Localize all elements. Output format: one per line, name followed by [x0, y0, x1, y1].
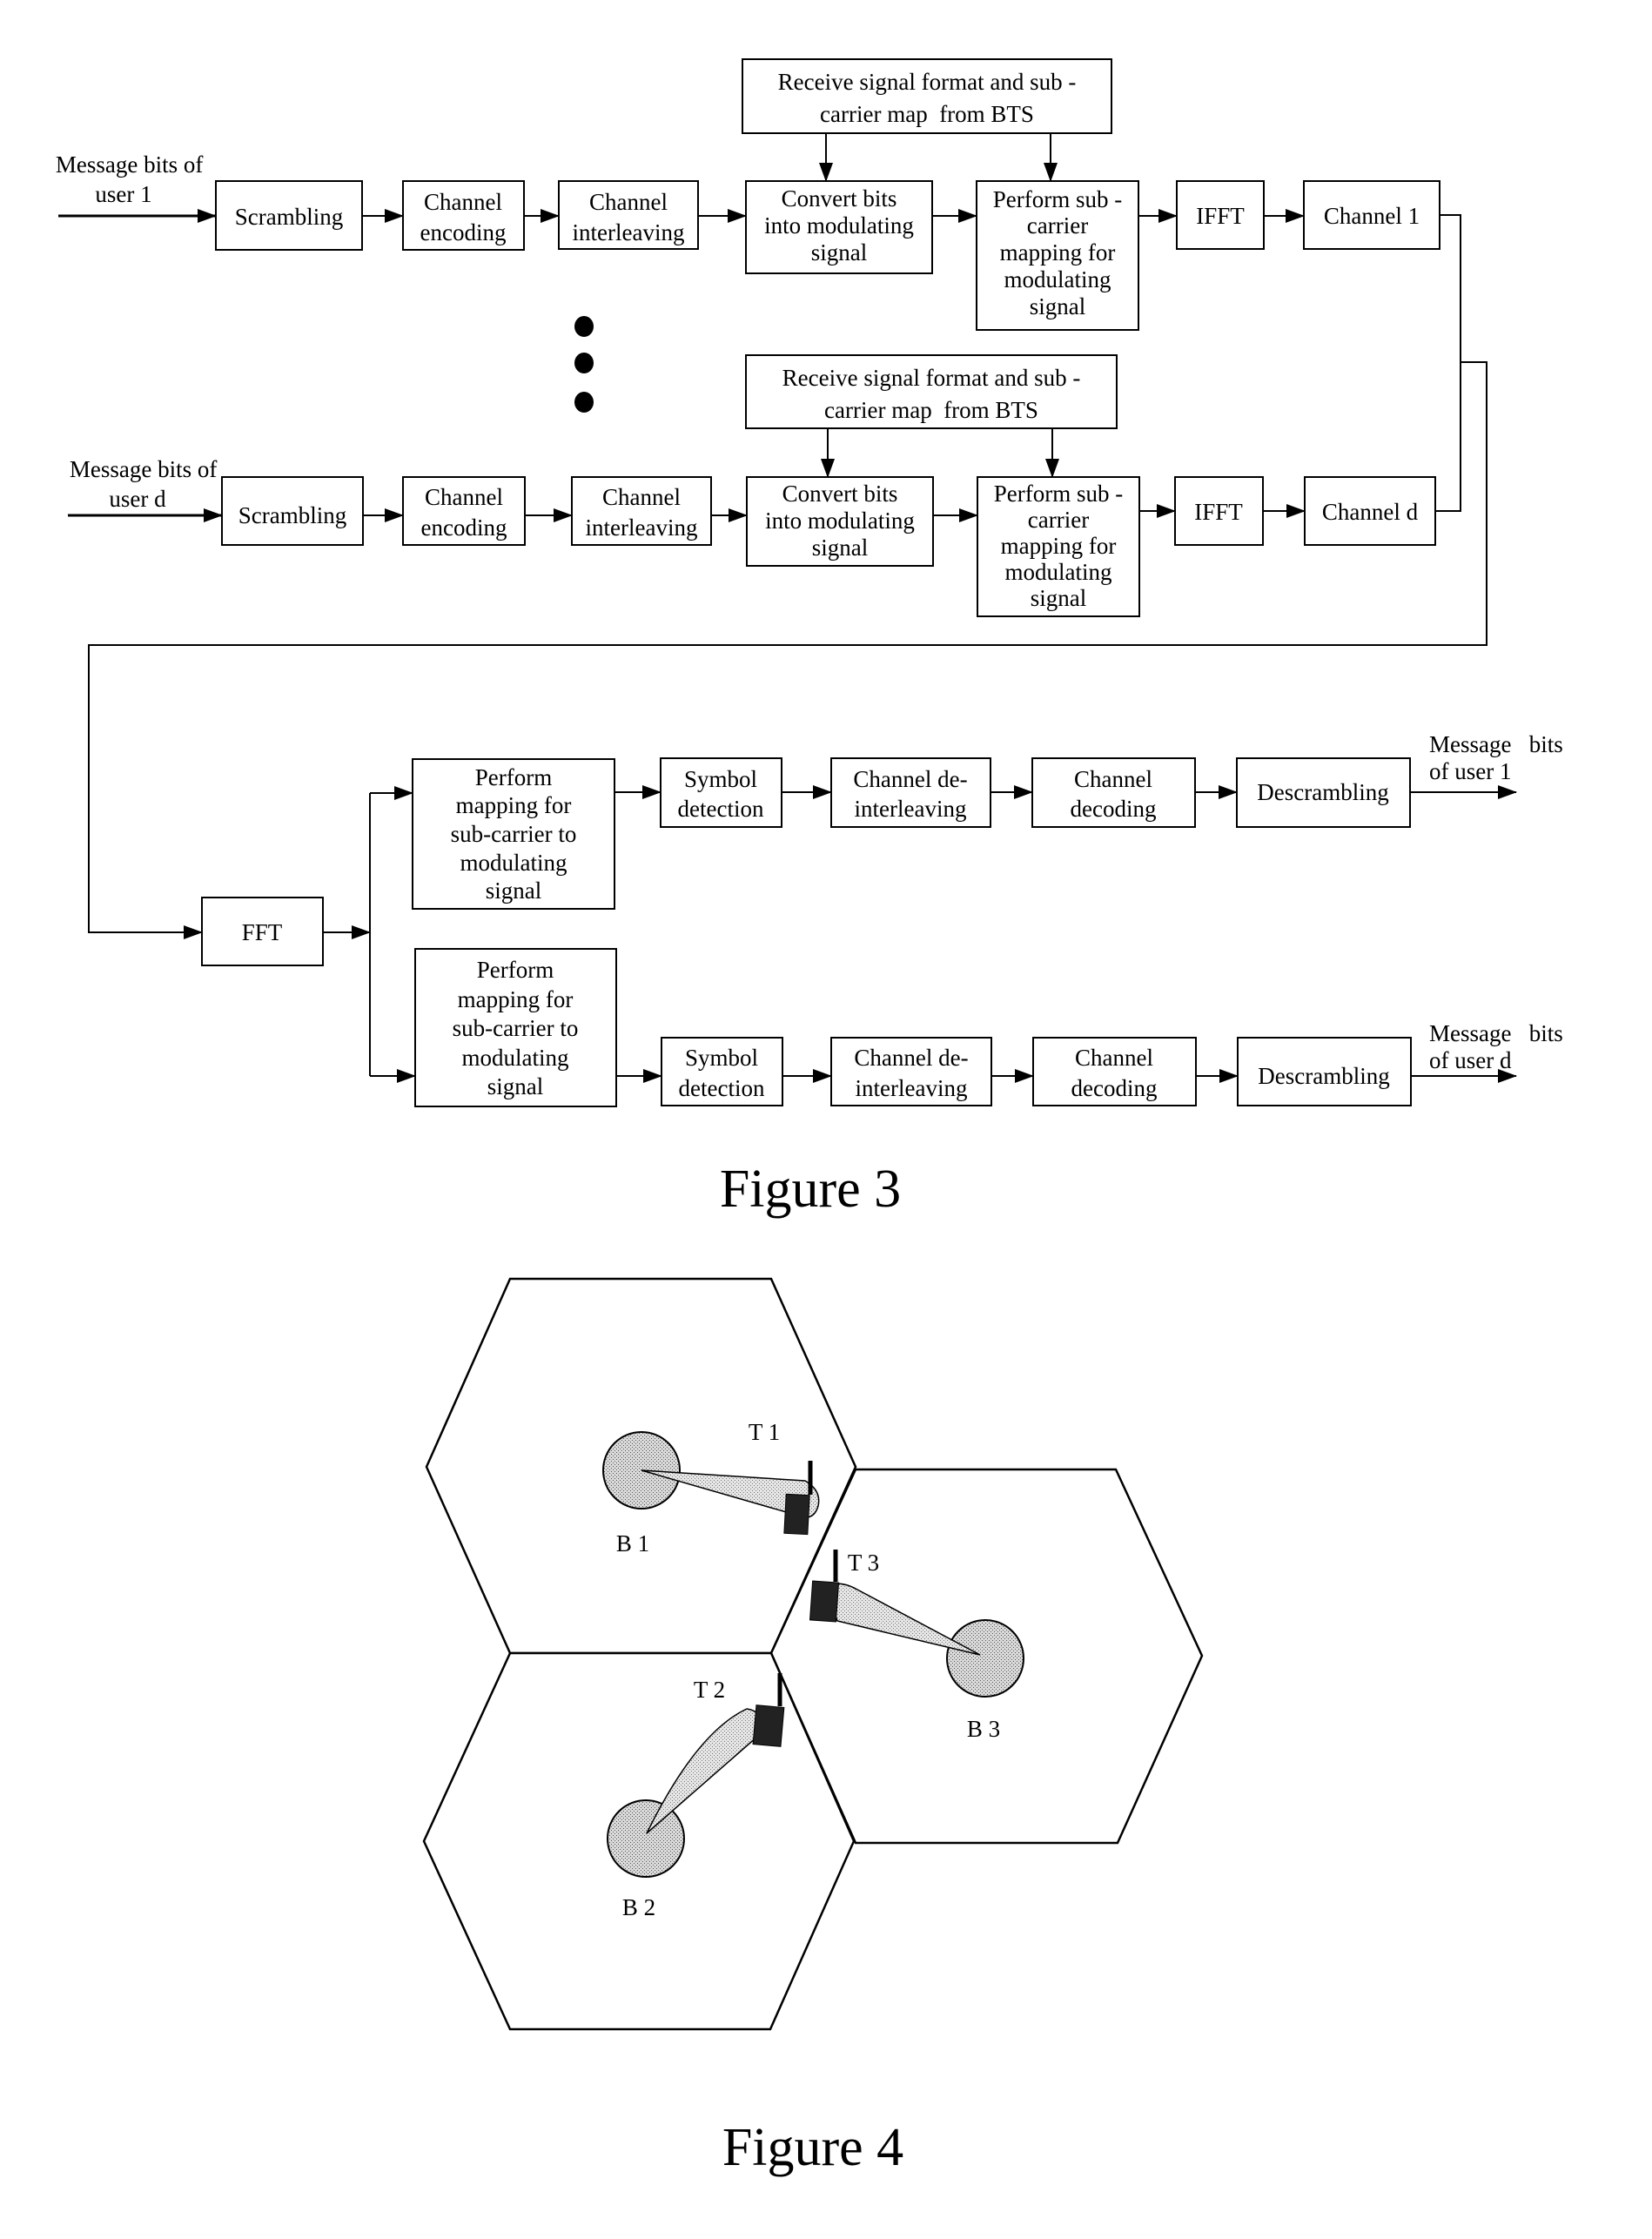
- svg-text:Channel 1: Channel 1: [1324, 203, 1420, 229]
- channel-block: Channel d: [1304, 476, 1436, 546]
- output-label: Message bits of user d: [1429, 1020, 1568, 1073]
- convert-bits-block: Convert bits into modulating signal: [746, 476, 934, 567]
- symbol-detection-block: Symbol detection: [660, 757, 782, 828]
- base-station-b2: [607, 1799, 685, 1878]
- bts-label: B 3: [967, 1716, 1000, 1742]
- control-box: Receive signal format and sub -carrier m…: [742, 58, 1112, 134]
- svg-text:FFT: FFT: [242, 919, 283, 945]
- channel-decoding-block: Channel decoding: [1031, 757, 1196, 828]
- control-box: Receive signal format and sub -carrier m…: [745, 354, 1118, 429]
- terminal-t2-icon: [752, 1704, 785, 1747]
- terminal-label: T 2: [694, 1677, 725, 1703]
- subcarrier-mapping-block: Perform sub -carrier mapping for modulatin…: [976, 180, 1139, 331]
- terminal-label: T 3: [848, 1550, 879, 1576]
- descrambling-block: Descrambling: [1237, 1037, 1412, 1106]
- channel-deinterleaving-block: Channel de-interleaving: [830, 1037, 992, 1106]
- svg-text:Channel d: Channel d: [1322, 499, 1419, 525]
- fft-block: FFT: [201, 897, 324, 966]
- scrambling-block: Scrambling: [221, 476, 364, 546]
- figure-4: B 1 T 1 B 3 T 3 B 2 T 2 Figure 4: [422, 1277, 1204, 2177]
- terminal-t3-icon: [809, 1580, 840, 1623]
- descrambling-block: Descrambling: [1236, 757, 1411, 828]
- symbol-detection-block: Symbol detection: [661, 1037, 783, 1106]
- subcarrier-mapping-block: Perform sub -carrier mapping for modulatin…: [977, 476, 1140, 617]
- vertical-ellipsis: [574, 316, 594, 413]
- figure-4-caption: Figure 4: [722, 2118, 903, 2177]
- bts-label: B 1: [616, 1530, 649, 1557]
- receiver-row-user-d: Perform mapping for sub-carrier to modulati…: [414, 948, 1568, 1107]
- transmitter-row-user-d: Message bits of user d Receive signal fo…: [68, 354, 1436, 617]
- svg-text:IFFT: IFFT: [1194, 499, 1243, 525]
- terminal-label: T 1: [749, 1419, 780, 1445]
- output-label: Message bits of user 1: [1429, 731, 1568, 784]
- svg-text:Scrambling: Scrambling: [235, 204, 343, 230]
- terminal-t1-icon: [783, 1493, 810, 1536]
- subcarrier-demapping-block: Perform mapping for sub-carrier to modulati…: [412, 758, 615, 910]
- scrambling-block: Scrambling: [215, 180, 363, 251]
- channel-block: Channel 1: [1303, 180, 1440, 250]
- channel-encoding-block: Channel encoding: [402, 476, 526, 546]
- ifft-block: IFFT: [1174, 476, 1264, 546]
- svg-text:Scrambling: Scrambling: [238, 502, 346, 528]
- channel-encoding-block: Channel encoding: [402, 180, 525, 251]
- transmitter-row-user-1: Message bits of user 1 Receive signal fo…: [56, 58, 1440, 331]
- channel-decoding-block: Channel decoding: [1032, 1037, 1197, 1106]
- convert-bits-block: Convert bits into modulating signal: [745, 180, 933, 274]
- svg-text:Descrambling: Descrambling: [1258, 1063, 1389, 1089]
- base-station-b3: [946, 1619, 1024, 1698]
- subcarrier-demapping-block: Perform mapping for sub-carrier to modulati…: [414, 948, 617, 1107]
- channel-interleaving-block: Channel interleaving: [571, 476, 712, 546]
- patent-drawing-sheet: Message bits of user 1 Receive signal fo…: [56, 58, 1568, 2177]
- input-label: Message bits of user d: [70, 456, 223, 512]
- svg-text:Descrambling: Descrambling: [1257, 779, 1388, 805]
- svg-text:IFFT: IFFT: [1196, 203, 1245, 229]
- receiver-row-user-1: Perform mapping for sub-carrier to modulati…: [412, 731, 1568, 910]
- figure-3-caption: Figure 3: [720, 1160, 901, 1219]
- channel-interleaving-block: Channel interleaving: [558, 180, 699, 250]
- bts-label: B 2: [622, 1894, 655, 1920]
- ifft-block: IFFT: [1176, 180, 1265, 250]
- channel-deinterleaving-block: Channel de-interleaving: [830, 757, 991, 828]
- input-label: Message bits of user 1: [56, 151, 209, 207]
- figure-3: Message bits of user 1 Receive signal fo…: [56, 58, 1568, 1219]
